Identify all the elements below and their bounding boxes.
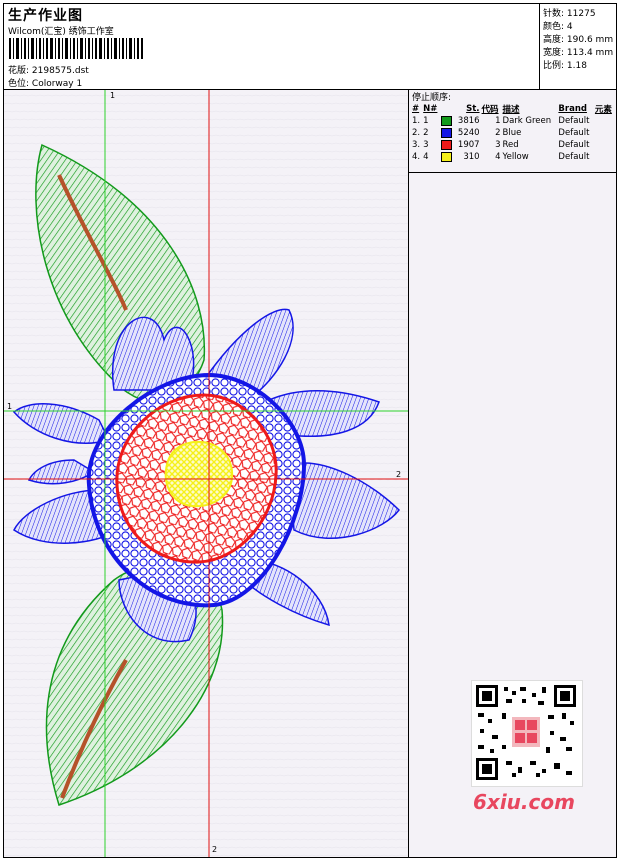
row-index: 3. (412, 140, 421, 150)
stop-sequence-table: # N# St. 代码 描述 Brand 元素 1. 1 3816 1 Dark Gre… (411, 103, 615, 163)
row-needle: 2 (423, 128, 429, 138)
row-code: 4 (495, 152, 501, 162)
row-index: 2. (412, 128, 421, 138)
width-value: 113.4 mm (566, 48, 614, 58)
axis-label-left: 1 (7, 402, 13, 411)
design-stats: 针数: 11275 颜色: 4 高度: 190.6 mm 宽度: 113.4 m… (539, 4, 617, 89)
table-row: 4. 4 310 4 Yellow Default (411, 151, 615, 163)
stop-sequence-panel: 停止顺序: # N# St. 代码 描述 Brand 元素 1. 1 3816 1 Da… (409, 90, 616, 857)
row-code: 2 (495, 128, 501, 138)
width-label: 宽度: (543, 48, 565, 58)
color-swatch (441, 139, 453, 150)
table-row: 1. 1 3816 1 Dark Green Default (411, 115, 615, 127)
design-preview: 1 1 2 2 (4, 90, 409, 857)
yellow-center (164, 440, 234, 508)
design-scale: 比例: 1.18 (543, 58, 587, 71)
col-stitches: St. (466, 104, 480, 114)
row-element (594, 127, 615, 139)
row-brand: Default (558, 128, 590, 138)
row-element (594, 139, 615, 151)
row-brand: Default (558, 140, 590, 150)
row-index: 1. (412, 116, 421, 126)
row-needle: 1 (423, 116, 429, 126)
design-value: 2198575.dst (31, 66, 89, 76)
qr-code-icon (476, 685, 576, 780)
row-element (594, 115, 615, 127)
row-stitches: 1907 (457, 140, 480, 150)
color-count: 颜色: 4 (543, 19, 573, 32)
axis-label-right: 2 (396, 470, 402, 479)
height-value: 190.6 mm (566, 35, 614, 45)
row-stitches: 5240 (457, 128, 480, 138)
row-description: Red (502, 140, 519, 150)
qr-code (471, 680, 583, 787)
page-title: 生产作业图 (8, 8, 83, 24)
col-swatch (440, 103, 454, 115)
color-count-label: 颜色: (543, 22, 565, 32)
col-brand: Brand (558, 104, 587, 114)
stop-sequence-title: 停止顺序: (412, 93, 452, 103)
design-label: 花版: (8, 66, 30, 76)
table-header-row: # N# St. 代码 描述 Brand 元素 (411, 103, 615, 115)
row-stitches: 310 (463, 152, 480, 162)
design-height: 高度: 190.6 mm (543, 32, 613, 45)
col-needle: N# (423, 104, 438, 114)
col-description: 描述 (502, 105, 520, 115)
studio-name: Wilcom(汇宝) 绣饰工作室 (8, 27, 114, 37)
color-swatch (441, 127, 453, 138)
col-element: 元素 (594, 105, 612, 115)
embroidery-design (4, 90, 408, 857)
row-description: Blue (502, 128, 522, 138)
row-needle: 3 (423, 140, 429, 150)
row-brand: Default (558, 152, 590, 162)
colorway-label: 色位: (8, 79, 30, 89)
col-index: # (412, 104, 420, 114)
axis-label-top: 1 (110, 91, 116, 100)
design-file: 花版: 2198575.dst (8, 63, 89, 76)
header: 生产作业图 Wilcom(汇宝) 绣饰工作室 花版: 2198575.dst 色… (4, 4, 616, 90)
axis-label-bottom: 2 (212, 845, 218, 854)
row-stitches: 3816 (457, 116, 480, 126)
color-count-value: 4 (566, 22, 573, 32)
design-width: 宽度: 113.4 mm (543, 45, 613, 58)
row-description: Dark Green (502, 116, 552, 126)
panel-divider (409, 172, 616, 173)
stitch-count-value: 11275 (566, 9, 596, 19)
barcode-icon (9, 38, 143, 59)
row-element (594, 151, 615, 163)
scale-label: 比例: (543, 61, 565, 71)
height-label: 高度: (543, 35, 565, 45)
watermark: 6xiu.com (473, 790, 575, 814)
row-code: 1 (495, 116, 501, 126)
scale-value: 1.18 (566, 61, 587, 71)
color-swatch (441, 115, 453, 126)
colorway-value: Colorway 1 (31, 79, 83, 89)
table-row: 2. 2 5240 2 Blue Default (411, 127, 615, 139)
row-swatch (440, 127, 454, 139)
stitch-count-label: 针数: (543, 9, 565, 19)
row-index: 4. (412, 152, 421, 162)
row-needle: 4 (423, 152, 429, 162)
row-code: 3 (495, 140, 501, 150)
colorway: 色位: Colorway 1 (8, 76, 82, 89)
production-worksheet: 生产作业图 Wilcom(汇宝) 绣饰工作室 花版: 2198575.dst 色… (3, 3, 617, 858)
row-swatch (440, 115, 454, 127)
col-code: 代码 (481, 105, 499, 115)
color-swatch (441, 151, 453, 162)
table-row: 3. 3 1907 3 Red Default (411, 139, 615, 151)
row-description: Yellow (502, 152, 529, 162)
row-swatch (440, 139, 454, 151)
row-brand: Default (558, 116, 590, 126)
stitch-count: 针数: 11275 (543, 6, 596, 19)
row-swatch (440, 151, 454, 163)
